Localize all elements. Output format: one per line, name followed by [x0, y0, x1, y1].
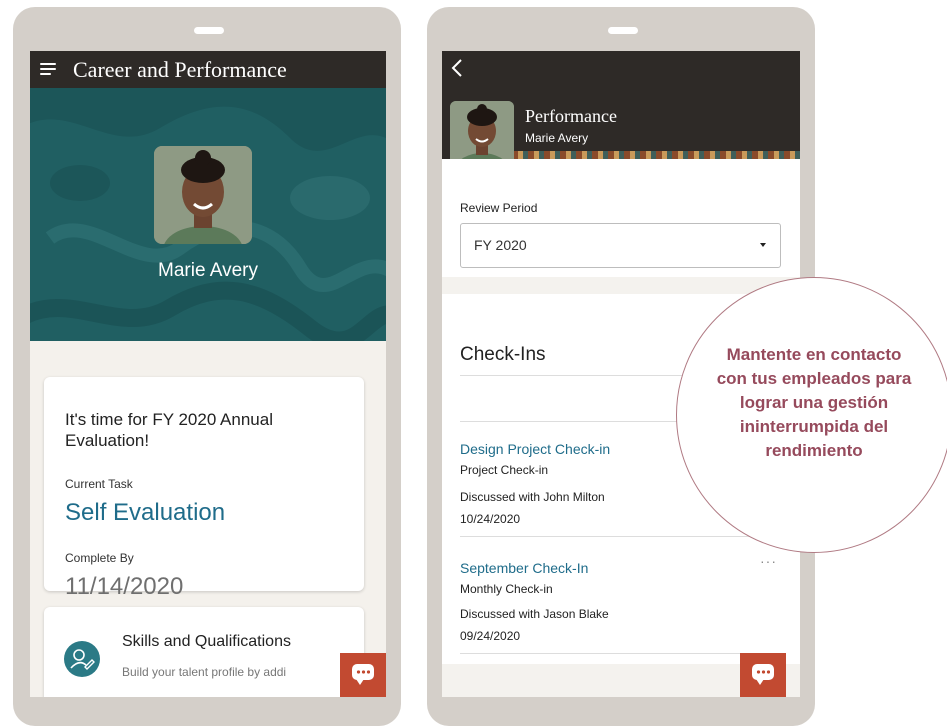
review-period-select[interactable]: FY 2020 — [460, 223, 781, 268]
app-header: Career and Performance — [30, 51, 386, 88]
header-pattern — [512, 151, 800, 159]
divider — [460, 653, 780, 654]
checkin-title[interactable]: Design Project Check-in — [460, 441, 610, 457]
profile-hero: Marie Avery — [30, 88, 386, 341]
divider — [460, 536, 780, 537]
portrait-image — [154, 146, 252, 244]
chat-icon — [752, 664, 774, 685]
chat-icon — [352, 664, 374, 685]
chat-button[interactable] — [740, 653, 786, 697]
checkin-type: Monthly Check-in — [460, 582, 553, 596]
current-task-label: Current Task — [65, 477, 133, 491]
profile-name: Marie Avery — [158, 260, 258, 281]
chat-button[interactable] — [340, 653, 386, 697]
more-options-icon[interactable]: ··· — [760, 553, 777, 569]
callout-line: lograr una gestión — [739, 393, 889, 412]
checkin-discussed: Discussed with John Milton — [460, 490, 605, 504]
hamburger-menu-icon[interactable] — [40, 63, 56, 75]
callout-line: rendimiento — [765, 441, 863, 460]
header-title: Performance — [525, 106, 617, 126]
app-title: Career and Performance — [73, 57, 287, 82]
review-period-section: Review Period FY 2020 — [442, 159, 800, 277]
callout-line: Mantente en contacto — [726, 345, 902, 364]
career-screen: Career and Performance Marie Avery It's … — [30, 51, 386, 697]
checkin-title[interactable]: September Check-In — [460, 560, 588, 576]
complete-by-date: 11/14/2020 — [65, 573, 184, 600]
evaluation-title: It's time for FY 2020 Annual Evaluation! — [65, 410, 273, 450]
checkin-date: 10/24/2020 — [460, 512, 521, 526]
checkin-type: Project Check-in — [460, 463, 549, 477]
skills-title: Skills and Qualifications — [122, 633, 291, 650]
portrait-image — [450, 101, 514, 159]
phone-speaker — [194, 27, 224, 34]
performance-header: Performance Marie Avery — [442, 51, 800, 159]
current-task-link[interactable]: Self Evaluation — [65, 499, 225, 527]
checkin-date: 09/24/2020 — [460, 629, 521, 643]
evaluation-card[interactable]: It's time for FY 2020 Annual Evaluation!… — [44, 377, 364, 600]
review-period-label: Review Period — [460, 201, 538, 215]
back-chevron-icon[interactable] — [448, 57, 466, 79]
review-period-value: FY 2020 — [474, 237, 527, 253]
header-employee-name: Marie Avery — [525, 131, 589, 145]
content-area: It's time for FY 2020 Annual Evaluation!… — [30, 341, 386, 697]
skills-description: Build your talent profile by addi — [122, 665, 287, 679]
callout-line: ininterrumpida del — [739, 417, 889, 436]
person-edit-glyph — [70, 649, 95, 670]
dropdown-caret-icon — [760, 243, 766, 247]
skills-card[interactable]: Skills and Qualifications Build your tal… — [44, 607, 364, 697]
checkin-discussed: Discussed with Jason Blake — [460, 607, 609, 621]
complete-by-label: Complete By — [65, 551, 134, 565]
employee-avatar — [450, 101, 514, 159]
phone-frame-left: Career and Performance Marie Avery It's … — [13, 7, 401, 726]
skills-icon — [64, 641, 100, 677]
profile-avatar[interactable] — [154, 146, 252, 244]
callout-text: Mantente en contacto con tus empleados p… — [676, 343, 947, 463]
callout-line: con tus empleados para — [716, 369, 912, 388]
phone-speaker — [608, 27, 638, 34]
checkins-title: Check-Ins — [460, 344, 546, 365]
